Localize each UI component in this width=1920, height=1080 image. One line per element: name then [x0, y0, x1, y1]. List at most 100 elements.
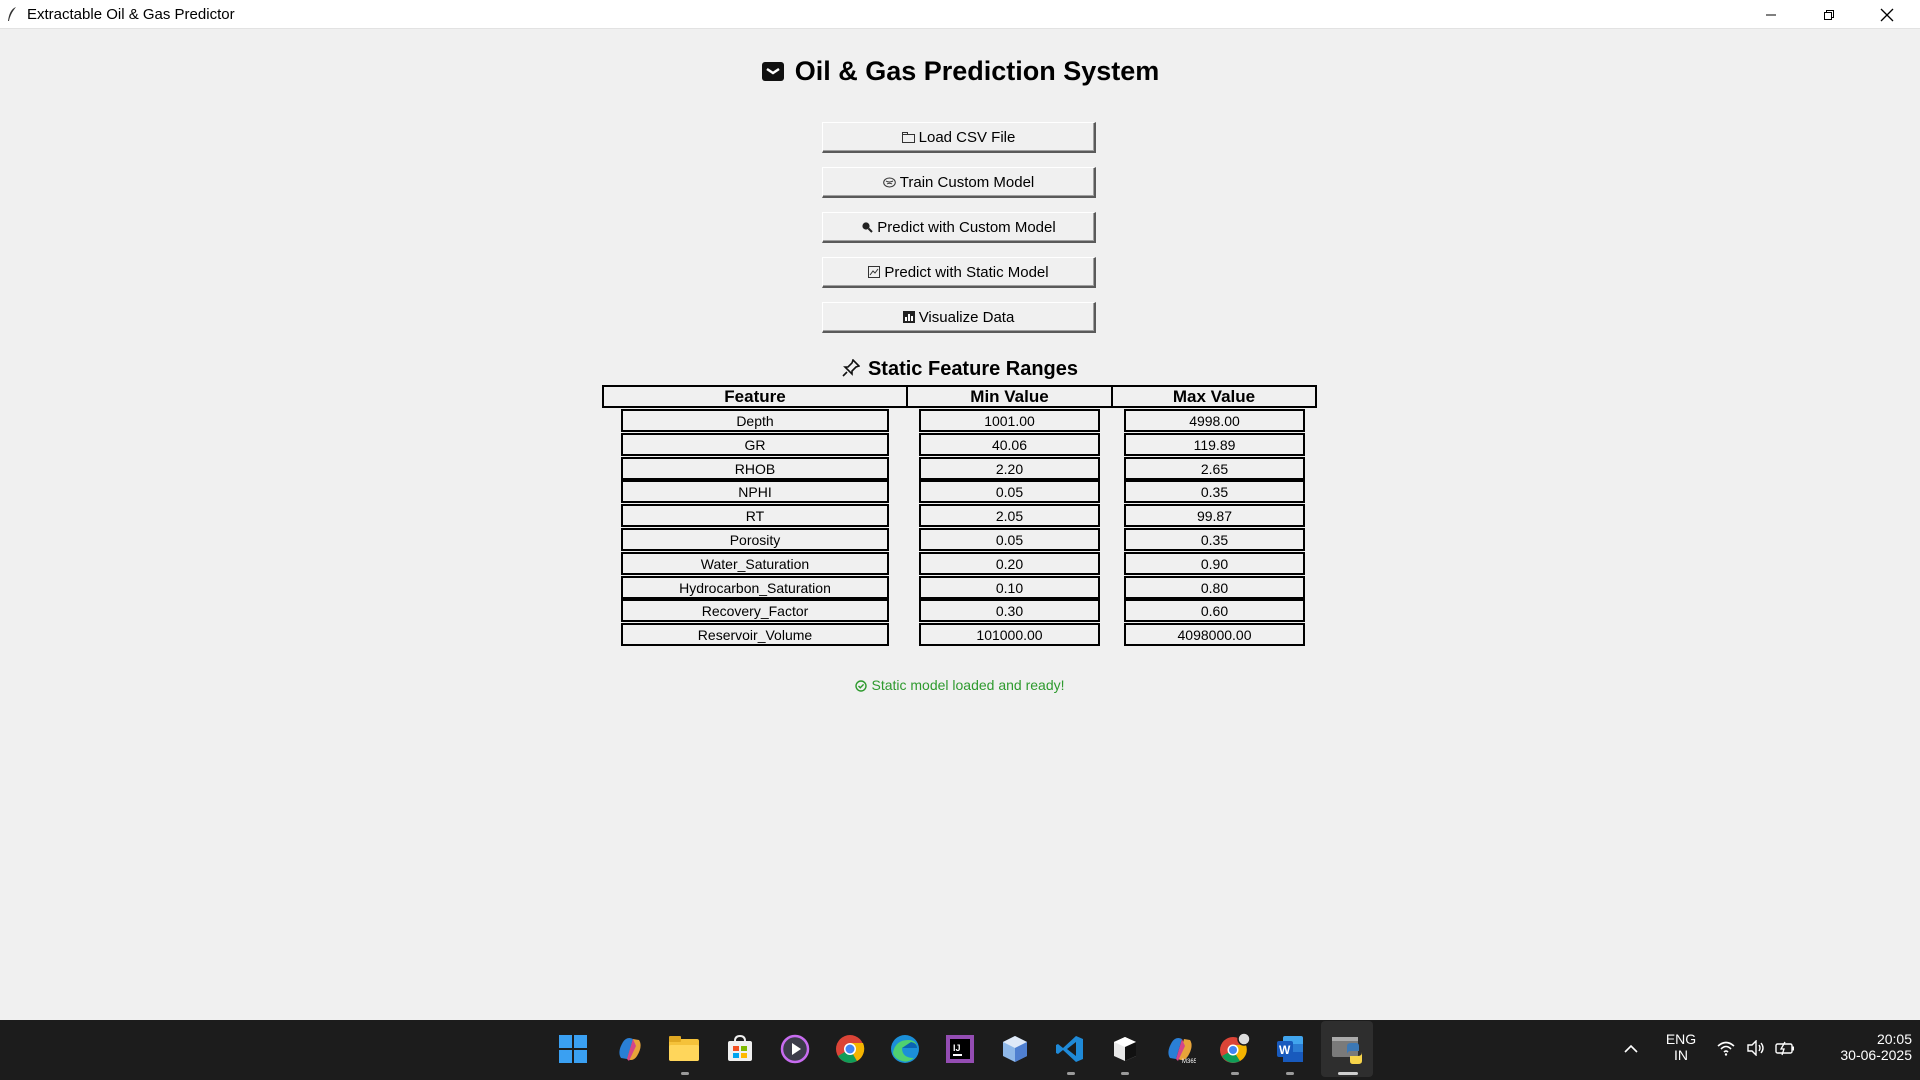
check-circle-icon — [855, 680, 868, 692]
max-value-cell: 4998.00 — [1124, 409, 1305, 432]
header-feature: Feature — [602, 385, 908, 408]
min-value-cell: 101000.00 — [919, 623, 1100, 646]
running-indicator — [681, 1072, 689, 1075]
bar-chart-icon — [902, 311, 915, 323]
max-value-cell: 0.90 — [1124, 552, 1305, 575]
status-message: Static model loaded and ready! — [0, 677, 1920, 693]
feature-cell: Reservoir_Volume — [621, 623, 889, 646]
page-title-text: Oil & Gas Prediction System — [794, 56, 1160, 86]
train-custom-model-button[interactable]: Train Custom Model — [822, 167, 1096, 198]
language-code: ENG — [1665, 1031, 1697, 1047]
wifi-icon[interactable] — [1716, 1040, 1736, 1056]
max-value-cell: 119.89 — [1124, 433, 1305, 456]
status-text: Static model loaded and ready! — [871, 677, 1065, 693]
min-value-cell: 0.05 — [919, 528, 1100, 551]
battery-icon[interactable] — [1774, 1040, 1796, 1056]
pushpin-icon — [842, 359, 860, 377]
box-app-icon[interactable] — [997, 1031, 1033, 1067]
min-value-cell: 2.20 — [919, 457, 1100, 480]
feature-cell: RT — [621, 504, 889, 527]
feature-cell: Porosity — [621, 528, 889, 551]
intellij-icon[interactable]: IJ — [942, 1031, 978, 1067]
min-value-cell: 40.06 — [919, 433, 1100, 456]
predict-custom-model-button[interactable]: Predict with Custom Model — [822, 212, 1096, 243]
min-value-cell: 0.10 — [919, 576, 1100, 599]
page-title: Oil & Gas Prediction System — [0, 56, 1920, 87]
close-button[interactable] — [1858, 0, 1916, 29]
minimize-icon — [1766, 14, 1776, 15]
predict-static-model-label: Predict with Static Model — [884, 263, 1049, 281]
brain-icon — [882, 177, 896, 187]
predict-static-model-button[interactable]: Predict with Static Model — [822, 257, 1096, 288]
min-value-cell: 0.30 — [919, 599, 1100, 622]
close-icon — [1880, 8, 1894, 21]
ranges-title-text: Static Feature Ranges — [867, 358, 1079, 380]
python-icon[interactable] — [1329, 1031, 1365, 1067]
predict-custom-model-label: Predict with Custom Model — [877, 218, 1056, 236]
chart-icon — [868, 266, 881, 278]
inbox-icon — [761, 62, 784, 81]
visualize-data-button[interactable]: Visualize Data — [822, 302, 1096, 333]
visualize-data-label: Visualize Data — [918, 308, 1015, 326]
feature-cell: RHOB — [621, 457, 889, 480]
max-value-cell: 0.80 — [1124, 576, 1305, 599]
max-value-cell: 0.60 — [1124, 599, 1305, 622]
feature-cell: NPHI — [621, 480, 889, 503]
region-code: IN — [1674, 1047, 1688, 1063]
max-value-cell: 99.87 — [1124, 504, 1305, 527]
media-player-icon[interactable] — [777, 1031, 813, 1067]
min-value-cell: 1001.00 — [919, 409, 1100, 432]
m365-icon[interactable]: M365 — [1162, 1031, 1198, 1067]
clock[interactable]: 20:05 30-06-2025 — [1812, 1031, 1912, 1063]
feature-cell: Recovery_Factor — [621, 599, 889, 622]
feature-cell: Water_Saturation — [621, 552, 889, 575]
vscode-icon[interactable] — [1052, 1031, 1088, 1067]
feature-cell: Depth — [621, 409, 889, 432]
chrome-icon[interactable] — [832, 1031, 868, 1067]
language-indicator[interactable]: ENG IN — [1658, 1031, 1704, 1063]
file-explorer-icon[interactable] — [666, 1031, 702, 1067]
minimize-button[interactable] — [1742, 0, 1800, 29]
ranges-title: Static Feature Ranges — [0, 358, 1920, 381]
load-csv-label: Load CSV File — [918, 128, 1016, 146]
feather-icon — [8, 7, 16, 21]
terminal-icon[interactable] — [1107, 1031, 1143, 1067]
header-min-value: Min Value — [906, 385, 1113, 408]
word-icon[interactable]: W — [1272, 1031, 1308, 1067]
clock-date: 30-06-2025 — [1840, 1047, 1912, 1063]
copilot-icon[interactable] — [612, 1031, 648, 1067]
folder-icon — [901, 131, 915, 143]
ms-store-icon[interactable] — [722, 1031, 758, 1067]
window-title: Extractable Oil & Gas Predictor — [27, 6, 235, 23]
taskbar: IJ M365 W ENG IN 20:05 30-06-2025 — [0, 1020, 1920, 1080]
svg-text:W: W — [1279, 1043, 1291, 1057]
edge-icon[interactable] — [887, 1031, 923, 1067]
svg-text:M365: M365 — [1182, 1059, 1196, 1064]
max-value-cell: 4098000.00 — [1124, 623, 1305, 646]
max-value-cell: 0.35 — [1124, 528, 1305, 551]
min-value-cell: 2.05 — [919, 504, 1100, 527]
magnifier-icon — [862, 222, 874, 233]
max-value-cell: 2.65 — [1124, 457, 1305, 480]
chrome-profile-icon[interactable] — [1217, 1031, 1253, 1067]
running-indicator — [1121, 1072, 1129, 1075]
chevron-up-icon[interactable] — [1624, 1044, 1638, 1054]
load-csv-button[interactable]: Load CSV File — [822, 122, 1096, 153]
running-indicator — [1286, 1072, 1294, 1075]
svg-text:IJ: IJ — [953, 1043, 961, 1053]
max-value-cell: 0.35 — [1124, 480, 1305, 503]
running-indicator — [1067, 1072, 1075, 1075]
active-indicator — [1338, 1072, 1358, 1075]
train-custom-model-label: Train Custom Model — [899, 173, 1035, 191]
clock-time: 20:05 — [1876, 1031, 1912, 1047]
restore-button[interactable] — [1800, 0, 1858, 29]
min-value-cell: 0.20 — [919, 552, 1100, 575]
window-titlebar: Extractable Oil & Gas Predictor — [0, 0, 1920, 29]
min-value-cell: 0.05 — [919, 480, 1100, 503]
restore-icon — [1824, 9, 1834, 20]
windows-start-icon[interactable] — [555, 1031, 591, 1067]
feature-cell: Hydrocarbon_Saturation — [621, 576, 889, 599]
header-max-value: Max Value — [1111, 385, 1317, 408]
feature-cell: GR — [621, 433, 889, 456]
volume-icon[interactable] — [1746, 1040, 1766, 1056]
